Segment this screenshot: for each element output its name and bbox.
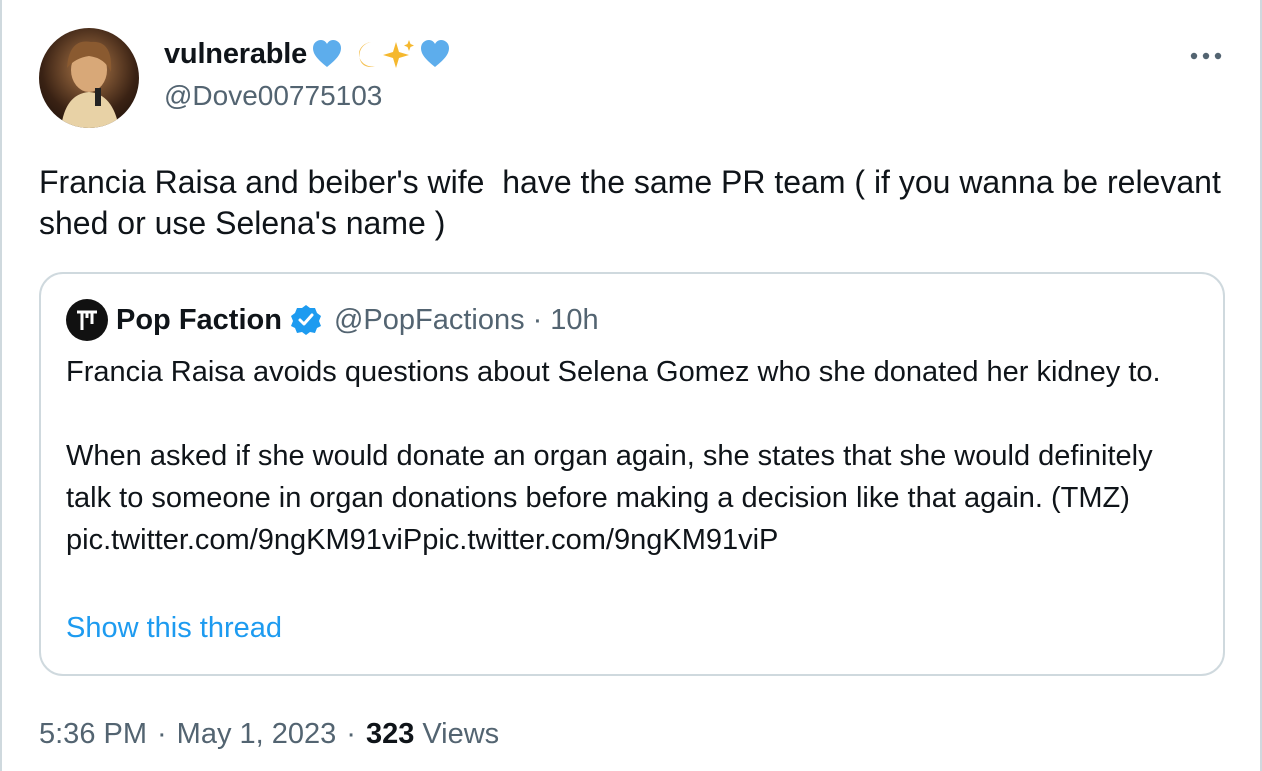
blue-heart-icon: [313, 40, 342, 67]
quoted-tweet-header: Pop Faction @PopFactions · 10h: [66, 299, 599, 341]
quoted-separator: ·: [532, 303, 543, 336]
quoted-tweet-card[interactable]: Pop Faction @PopFactions · 10h Francia R…: [39, 272, 1225, 676]
author-name-row: vulnerable: [164, 34, 451, 74]
pop-faction-logo-icon: [77, 310, 97, 330]
verified-badge-icon: [290, 305, 321, 335]
quoted-author-name[interactable]: Pop Faction: [116, 304, 282, 337]
views-count: 323: [365, 717, 415, 750]
meta-separator: ·: [157, 717, 167, 750]
author-display-name[interactable]: vulnerable: [164, 38, 307, 71]
tweet-text: Francia Raisa and beiber's wife have the…: [39, 164, 1230, 241]
meta-separator: ·: [346, 717, 356, 750]
quoted-avatar[interactable]: [66, 299, 108, 341]
crescent-moon-icon: [359, 42, 376, 67]
tweet-time[interactable]: 5:36 PM: [39, 718, 147, 751]
more-dots-icon: [1190, 52, 1222, 60]
tweet-date[interactable]: May 1, 2023: [177, 718, 337, 751]
quoted-timestamp[interactable]: 10h: [550, 304, 598, 337]
tweet-meta-row: 5:36 PM · May 1, 2023 · 323 Views: [39, 714, 499, 754]
quoted-author-handle[interactable]: @PopFactions: [334, 304, 525, 337]
views-label: Views: [422, 717, 500, 750]
quoted-tweet-text: Francia Raisa avoids questions about Sel…: [66, 356, 1161, 556]
avatar[interactable]: [39, 28, 139, 128]
frame-border-left: [0, 0, 2, 771]
sparkles-icon: [383, 40, 415, 68]
show-thread-link[interactable]: Show this thread: [66, 612, 282, 645]
blue-heart-icon: [421, 40, 450, 67]
more-options-button[interactable]: [1188, 44, 1224, 68]
author-handle[interactable]: @Dove00775103: [164, 80, 382, 112]
